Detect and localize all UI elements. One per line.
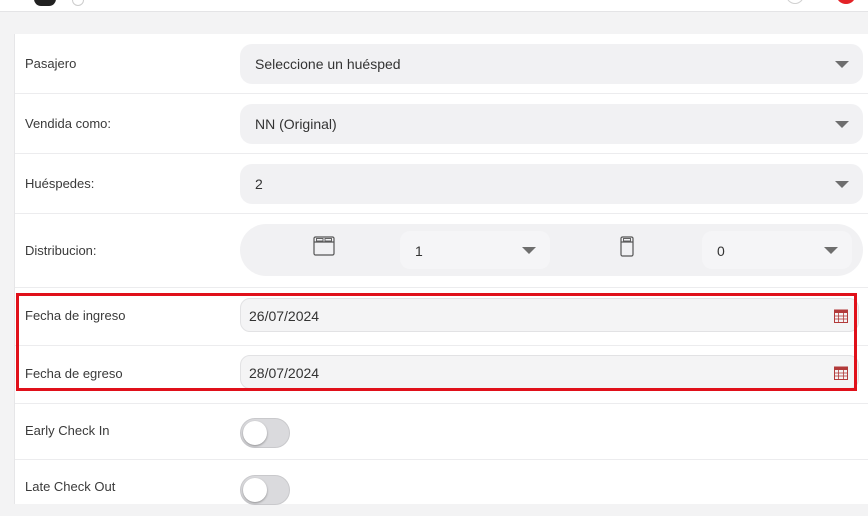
fecha-egreso-label: Fecha de egreso — [25, 366, 123, 381]
app-logo[interactable] — [34, 0, 56, 6]
toggle-knob — [243, 478, 267, 502]
fecha-ingreso-input[interactable]: 26/07/2024 — [240, 298, 859, 332]
chevron-down-icon — [835, 181, 849, 188]
double-bed-icon — [313, 236, 335, 256]
row-huespedes: Huéspedes: 2 — [15, 154, 868, 214]
row-late-check-out: Late Check Out — [15, 460, 868, 516]
huespedes-select[interactable]: 2 — [240, 164, 863, 204]
chevron-down-icon — [835, 121, 849, 128]
reservation-form: Pasajero Seleccione un huésped Vendida c… — [14, 34, 868, 505]
single-bed-value: 0 — [717, 243, 725, 259]
calendar-icon[interactable] — [834, 366, 848, 380]
row-distribucion: Distribucion: 1 0 — [15, 214, 868, 288]
huespedes-label: Huéspedes: — [25, 176, 95, 191]
fecha-ingreso-value: 26/07/2024 — [249, 308, 320, 324]
late-check-out-toggle[interactable] — [240, 475, 290, 505]
pasajero-label: Pasajero — [25, 56, 77, 71]
row-fecha-egreso: Fecha de egreso 28/07/2024 — [15, 346, 868, 404]
toggle-knob — [243, 421, 267, 445]
chevron-down-icon — [522, 247, 536, 254]
fecha-egreso-value: 28/07/2024 — [249, 365, 320, 381]
row-early-check-in: Early Check In — [15, 404, 868, 460]
pasajero-value: Seleccione un huésped — [255, 56, 401, 72]
row-fecha-ingreso: Fecha de ingreso 26/07/2024 — [15, 288, 868, 346]
huespedes-value: 2 — [255, 176, 263, 192]
notification-icon[interactable] — [836, 0, 856, 4]
vendida-como-value: NN (Original) — [255, 116, 337, 132]
calendar-icon[interactable] — [834, 309, 848, 323]
chevron-down-icon — [824, 247, 838, 254]
early-check-in-toggle[interactable] — [240, 418, 290, 448]
double-bed-value: 1 — [415, 243, 423, 259]
double-bed-select[interactable]: 1 — [400, 231, 550, 269]
distribucion-label: Distribucion: — [25, 243, 97, 258]
fecha-egreso-input[interactable]: 28/07/2024 — [240, 355, 859, 389]
fecha-ingreso-label: Fecha de ingreso — [25, 308, 126, 323]
row-vendida-como: Vendida como: NN (Original) — [15, 94, 868, 154]
late-check-out-label: Late Check Out — [25, 479, 116, 494]
early-check-in-label: Early Check In — [25, 423, 110, 438]
distribucion-group: 1 0 — [240, 224, 863, 276]
single-bed-select[interactable]: 0 — [702, 231, 852, 269]
menu-icon[interactable] — [72, 0, 84, 6]
row-pasajero: Pasajero Seleccione un huésped — [15, 34, 868, 94]
pasajero-select[interactable]: Seleccione un huésped — [240, 44, 863, 84]
chevron-down-icon — [835, 61, 849, 68]
vendida-como-select[interactable]: NN (Original) — [240, 104, 863, 144]
single-bed-icon — [620, 236, 634, 257]
top-bar — [0, 0, 868, 12]
user-icon[interactable] — [786, 0, 804, 4]
vendida-como-label: Vendida como: — [25, 116, 112, 131]
